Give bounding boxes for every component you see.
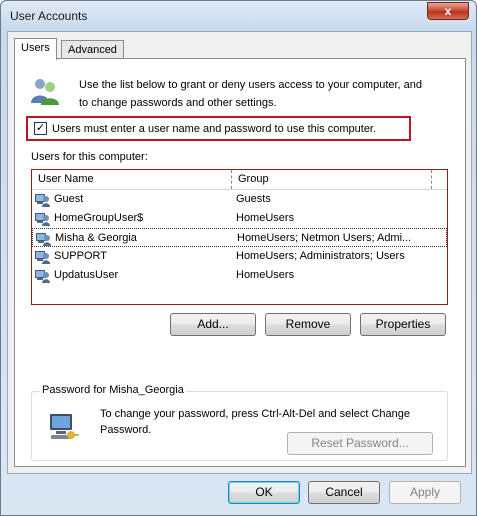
remove-user-button[interactable]: Remove <box>265 313 351 336</box>
close-button[interactable]: x <box>427 2 469 20</box>
list-header: User Name Group <box>32 170 447 190</box>
password-group: Password for Misha_Georgia To change you… <box>31 384 448 461</box>
reset-password-button[interactable]: Reset Password... <box>287 432 433 455</box>
table-row[interactable]: Misha & Georgia HomeUsers; Netmon Users; … <box>32 228 447 247</box>
table-row[interactable]: UpdatusUser HomeUsers <box>32 266 447 285</box>
cancel-button[interactable]: Cancel <box>308 481 380 504</box>
user-name-cell: Misha & Georgia <box>55 232 137 244</box>
user-icon <box>35 213 50 226</box>
require-login-checkbox[interactable]: ✓ <box>34 122 47 135</box>
column-header-group[interactable]: Group <box>232 170 432 189</box>
ok-button[interactable]: OK <box>228 481 300 504</box>
users-icon <box>31 79 59 105</box>
user-name-cell: UpdatusUser <box>54 269 119 281</box>
table-row[interactable]: HomeGroupUser$ HomeUsers <box>32 209 447 228</box>
require-login-option[interactable]: ✓ Users must enter a user name and passw… <box>26 116 411 141</box>
dialog-body: Users Advanced Use the list below to gra… <box>7 31 472 474</box>
checkbox-check-icon: ✓ <box>35 122 46 134</box>
group-cell: HomeUsers <box>236 269 295 281</box>
group-cell: HomeUsers; Netmon Users; Admi... <box>237 232 412 244</box>
user-name-cell: HomeGroupUser$ <box>54 212 144 224</box>
computer-key-icon <box>50 414 79 439</box>
tab-advanced-label: Advanced <box>68 44 117 56</box>
user-icon <box>35 194 50 207</box>
add-user-button[interactable]: Add... <box>170 313 256 336</box>
list-rows: Guest Guests HomeGroupUser$ HomeUsers Misha … <box>32 190 447 285</box>
user-accounts-window: User Accounts x Users Advanced Use the l… <box>0 0 477 516</box>
column-header-user-name[interactable]: User Name <box>32 170 232 189</box>
user-name-cell: SUPPORT <box>54 250 107 262</box>
password-group-title: Password for Misha_Georgia <box>40 384 186 396</box>
user-icon <box>35 251 50 264</box>
users-list-label: Users for this computer: <box>31 151 148 163</box>
tab-advanced[interactable]: Advanced <box>61 40 124 60</box>
properties-button[interactable]: Properties <box>360 313 446 336</box>
users-list[interactable]: User Name Group Guest Guests HomeGroupUser… <box>31 169 448 305</box>
user-icon <box>35 270 50 283</box>
window-title: User Accounts <box>10 9 88 23</box>
title-bar[interactable]: User Accounts x <box>1 1 476 31</box>
users-tab-page: Use the list below to grant or deny user… <box>14 58 466 467</box>
intro-text: Use the list below to grant or deny user… <box>79 79 423 109</box>
tab-users-label: Users <box>21 42 50 54</box>
group-cell: HomeUsers <box>236 212 295 224</box>
require-login-label: Users must enter a user name and passwor… <box>52 122 377 135</box>
table-row[interactable]: SUPPORT HomeUsers; Administrators; Users <box>32 247 447 266</box>
close-icon: x <box>444 4 452 18</box>
user-name-cell: Guest <box>54 193 84 205</box>
apply-button[interactable]: Apply <box>389 481 461 504</box>
table-row[interactable]: Guest Guests <box>32 190 447 209</box>
group-cell: HomeUsers; Administrators; Users <box>236 250 405 262</box>
tab-users[interactable]: Users <box>14 38 57 60</box>
user-icon <box>36 233 51 246</box>
group-cell: Guests <box>236 193 271 205</box>
